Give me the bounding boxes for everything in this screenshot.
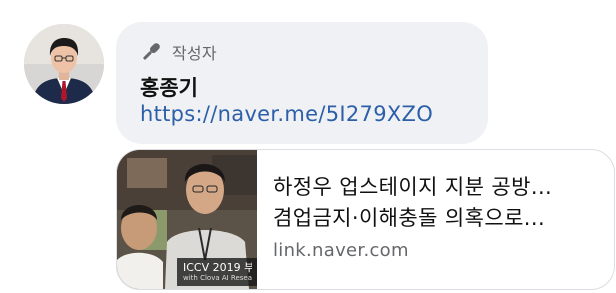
- author-tag-label: 작성자: [172, 44, 217, 63]
- comment-thread: 작성자 홍종기 https://naver.me/5I279XZO ICCV 2…: [0, 0, 616, 293]
- link-preview-title[interactable]: 하정우 업스테이지 지분 공방... 겸업금지·이해충돌 의혹으로...: [273, 172, 598, 234]
- link-preview-card[interactable]: ICCV 2019 부 with Clova AI Research 하정우 업…: [116, 149, 615, 290]
- avatar[interactable]: [24, 24, 104, 104]
- comment-link[interactable]: https://naver.me/5I279XZO: [140, 102, 433, 126]
- avatar-image: [24, 24, 104, 104]
- thumbnail-caption-line1: ICCV 2019 부: [183, 261, 252, 274]
- author-badge: 작성자: [138, 38, 217, 66]
- comment-bubble: 작성자 홍종기 https://naver.me/5I279XZO: [116, 22, 488, 144]
- microphone-icon: [143, 43, 160, 60]
- link-preview-domain: link.naver.com: [273, 240, 409, 261]
- title-line-2: 겸업금지·이해충돌 의혹으로...: [273, 206, 546, 230]
- link-preview-text: 하정우 업스테이지 지분 공방... 겸업금지·이해충돌 의혹으로... lin…: [273, 172, 598, 261]
- title-line-1: 하정우 업스테이지 지분 공방...: [273, 175, 553, 199]
- link-preview-thumbnail: ICCV 2019 부 with Clova AI Research: [117, 150, 257, 289]
- thumbnail-caption-line2: with Clova AI Research: [183, 274, 252, 282]
- author-name[interactable]: 홍종기: [140, 72, 198, 102]
- thumbnail-caption: ICCV 2019 부 with Clova AI Research: [177, 258, 257, 286]
